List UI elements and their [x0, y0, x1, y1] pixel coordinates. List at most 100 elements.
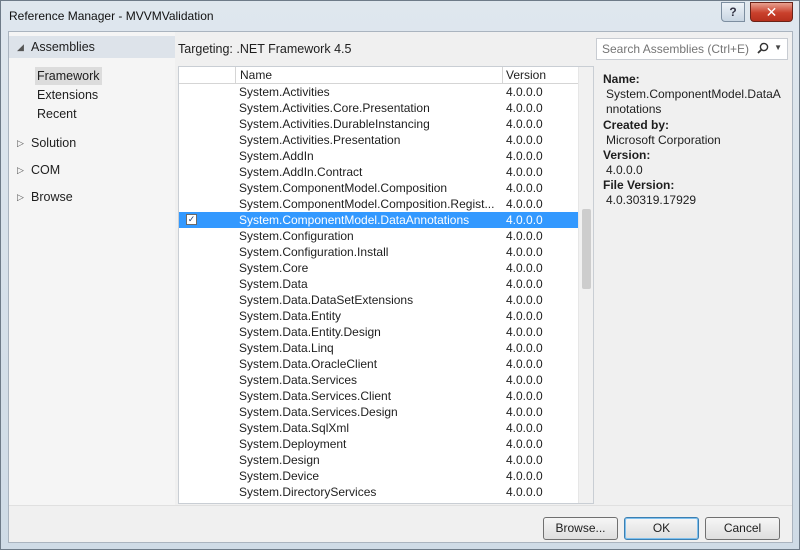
assembly-name: System.Data.Services.Client	[239, 389, 392, 403]
assembly-name: System.Device	[239, 469, 320, 483]
assembly-name: System.ComponentModel.DataAnnotations	[239, 213, 470, 227]
table-row[interactable]: System.DirectoryServices 4.0.0.0	[179, 484, 579, 500]
nav-group-label: Solution	[31, 136, 77, 150]
table-row[interactable]: System.AddIn 4.0.0.0	[179, 148, 579, 164]
assembly-name: System.Data.DataSetExtensions	[239, 293, 414, 307]
ok-button[interactable]: OK	[624, 517, 699, 540]
column-divider[interactable]	[502, 67, 503, 84]
assembly-version: 4.0.0.0	[506, 389, 543, 403]
assembly-version: 4.0.0.0	[506, 101, 543, 115]
scrollbar-thumb[interactable]	[582, 209, 591, 289]
assembly-name: System.Data.Linq	[239, 341, 334, 355]
table-row[interactable]: System.Device 4.0.0.0	[179, 468, 579, 484]
table-row[interactable]: System.Activities.Core.Presentation 4.0.0…	[179, 100, 579, 116]
table-row[interactable]: System.Design 4.0.0.0	[179, 452, 579, 468]
column-header-version[interactable]: Version	[506, 67, 546, 83]
table-row[interactable]: System.Data.Entity 4.0.0.0	[179, 308, 579, 324]
detail-version-label: Version:	[603, 148, 651, 162]
assembly-version: 4.0.0.0	[506, 261, 543, 275]
assembly-version: 4.0.0.0	[506, 245, 543, 259]
search-icon[interactable]	[757, 42, 769, 54]
column-header-name[interactable]: Name	[240, 67, 272, 83]
help-button[interactable]: ?	[721, 2, 745, 22]
table-row[interactable]: System.Data.OracleClient 4.0.0.0	[179, 356, 579, 372]
table-row[interactable]: System.Activities 4.0.0.0	[179, 84, 579, 100]
assembly-version: 4.0.0.0	[506, 373, 543, 387]
assembly-version: 4.0.0.0	[506, 453, 543, 467]
table-row[interactable]: System.Activities.Presentation 4.0.0.0	[179, 132, 579, 148]
table-row[interactable]: System.Configuration 4.0.0.0	[179, 228, 579, 244]
nav-group-label: COM	[31, 163, 61, 177]
table-row[interactable]: System.Data.Services.Client 4.0.0.0	[179, 388, 579, 404]
table-row[interactable]: System.Activities.DurableInstancing 4.0.0…	[179, 116, 579, 132]
assembly-version: 4.0.0.0	[506, 421, 543, 435]
list-header: Name Version	[179, 67, 579, 84]
table-row[interactable]: System.Configuration.Install 4.0.0.0	[179, 244, 579, 260]
nav-group-label: Browse	[31, 190, 73, 204]
navigation-pane: ◢ Assemblies Framework Extensions Recent…	[9, 32, 175, 505]
expand-arrow-icon[interactable]: ▷	[17, 186, 24, 208]
title-bar[interactable]: Reference Manager - MVVMValidation ? ✕	[1, 1, 799, 31]
assembly-name: System.Activities.Core.Presentation	[239, 101, 430, 115]
assembly-name: System.Design	[239, 453, 320, 467]
detail-name-label: Name:	[603, 72, 640, 86]
cancel-button[interactable]: Cancel	[705, 517, 780, 540]
table-row[interactable]: System.Data.DataSetExtensions 4.0.0.0	[179, 292, 579, 308]
table-row[interactable]: System.Deployment 4.0.0.0	[179, 436, 579, 452]
nav-group-browse[interactable]: ▷ Browse	[9, 186, 175, 208]
assembly-name: System.ComponentModel.Composition.Regist…	[239, 197, 495, 211]
detail-version-value: 4.0.0.0	[606, 163, 643, 177]
dialog-client: ◢ Assemblies Framework Extensions Recent…	[8, 31, 793, 543]
assembly-version: 4.0.0.0	[506, 500, 543, 503]
table-row[interactable]: System.Data.SqlXml 4.0.0.0	[179, 420, 579, 436]
nav-item-extensions[interactable]: Extensions	[35, 86, 100, 104]
expand-arrow-icon[interactable]: ▷	[17, 132, 24, 154]
chevron-down-icon[interactable]: ▼	[774, 43, 782, 52]
assembly-name: System.DirectoryServices.AccountManageme…	[239, 500, 499, 503]
nav-group-com[interactable]: ▷ COM	[9, 159, 175, 181]
table-row[interactable]: System.AddIn.Contract 4.0.0.0	[179, 164, 579, 180]
assembly-name: System.Activities.Presentation	[239, 133, 401, 147]
nav-group-assemblies[interactable]: ◢ Assemblies	[9, 36, 175, 58]
table-row[interactable]: System.Data.Services.Design 4.0.0.0	[179, 404, 579, 420]
table-row[interactable]: System.DirectoryServices.AccountManageme…	[179, 500, 579, 503]
table-row[interactable]: System.ComponentModel.Composition 4.0.0.0	[179, 180, 579, 196]
detail-name-value: System.ComponentModel.DataAnnotations	[606, 87, 781, 116]
assembly-version: 4.0.0.0	[506, 357, 543, 371]
table-row[interactable]: ✓ System.ComponentModel.DataAnnotations 4.…	[179, 212, 579, 228]
detail-created-by-label: Created by:	[603, 118, 670, 132]
assembly-version: 4.0.0.0	[506, 405, 543, 419]
nav-item-recent[interactable]: Recent	[35, 105, 79, 123]
assembly-version: 4.0.0.0	[506, 293, 543, 307]
assembly-version: 4.0.0.0	[506, 277, 543, 291]
table-row[interactable]: System.Data 4.0.0.0	[179, 276, 579, 292]
collapse-arrow-icon[interactable]: ◢	[17, 36, 24, 58]
table-row[interactable]: System.Core 4.0.0.0	[179, 260, 579, 276]
search-input[interactable]	[597, 39, 757, 59]
assembly-version: 4.0.0.0	[506, 229, 543, 243]
assembly-name: System.Data	[239, 277, 308, 291]
assembly-version: 4.0.0.0	[506, 133, 543, 147]
assembly-name: System.ComponentModel.Composition	[239, 181, 448, 195]
assembly-name: System.Data.Entity.Design	[239, 325, 381, 339]
checked-checkbox[interactable]: ✓	[186, 214, 197, 225]
table-row[interactable]: System.Data.Services 4.0.0.0	[179, 372, 579, 388]
assembly-version: 4.0.0.0	[506, 181, 543, 195]
table-row[interactable]: System.Data.Entity.Design 4.0.0.0	[179, 324, 579, 340]
column-header-check[interactable]	[179, 67, 236, 84]
assembly-version: 4.0.0.0	[506, 197, 543, 211]
search-box[interactable]: ▼	[596, 38, 788, 60]
table-row[interactable]: System.ComponentModel.Composition.Regist…	[179, 196, 579, 212]
vertical-scrollbar[interactable]	[578, 67, 593, 503]
assembly-version: 4.0.0.0	[506, 85, 543, 99]
details-pane: Name: System.ComponentModel.DataAnnotati…	[598, 66, 790, 504]
browse-button[interactable]: Browse...	[543, 517, 618, 540]
nav-item-framework[interactable]: Framework	[35, 67, 102, 85]
nav-group-solution[interactable]: ▷ Solution	[9, 132, 175, 154]
assembly-name: System.Data.Services	[239, 373, 358, 387]
assembly-version: 4.0.0.0	[506, 213, 543, 227]
table-row[interactable]: System.Data.Linq 4.0.0.0	[179, 340, 579, 356]
assembly-list[interactable]: Name Version System.Activities 4.0.0.0 Sys…	[178, 66, 594, 504]
expand-arrow-icon[interactable]: ▷	[17, 159, 24, 181]
close-button[interactable]: ✕	[750, 2, 793, 22]
